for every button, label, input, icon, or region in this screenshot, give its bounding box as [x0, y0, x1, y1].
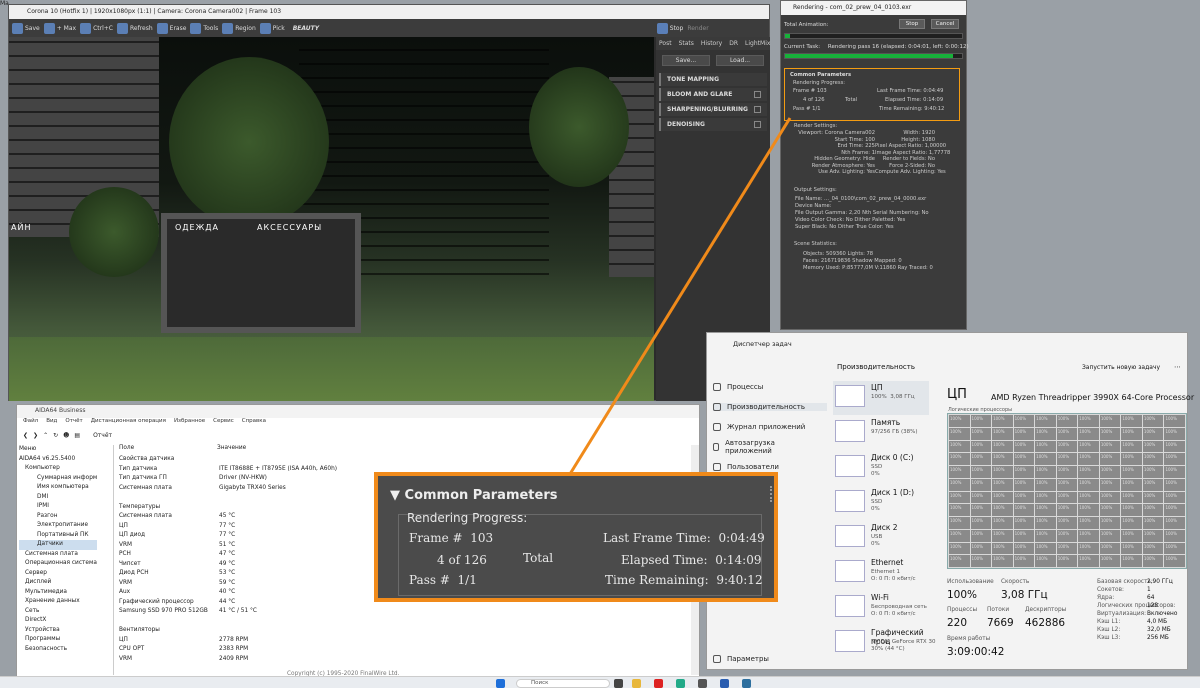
zoom-frame-of: 4 of 126	[437, 553, 487, 567]
zoom-title: ▼ Common Parameters	[390, 488, 558, 503]
app-icon[interactable]	[698, 679, 707, 688]
zoom-progress-box: Rendering Progress: Frame # 103 4 of 126…	[398, 511, 765, 596]
zoom-callout: ▼ Common Parameters Rendering Progress: …	[374, 472, 778, 602]
aida-icon[interactable]	[720, 679, 729, 688]
zoom-pass: Pass # 1/1	[409, 573, 477, 587]
zoom-frame: Frame # 103	[409, 531, 494, 545]
zoom-remaining: Time Remaining: 9:40:12	[605, 573, 763, 587]
taskbar: Поиск	[0, 676, 1200, 688]
zoom-progress-label: Rendering Progress:	[407, 511, 528, 525]
app-icon[interactable]	[742, 679, 751, 688]
start-icon[interactable]	[496, 679, 505, 688]
taskview-icon[interactable]	[614, 679, 623, 688]
drag-handle	[770, 486, 774, 502]
zoom-last-frame: Last Frame Time: 0:04:49	[603, 531, 765, 545]
app-icon[interactable]	[676, 679, 685, 688]
taskbar-search[interactable]: Поиск	[516, 679, 610, 688]
zoom-elapsed: Elapsed Time: 0:14:09	[621, 553, 762, 567]
zoom-total: Total	[523, 551, 554, 565]
yandex-icon[interactable]	[654, 679, 663, 688]
callout-line	[568, 117, 792, 475]
explorer-icon[interactable]	[632, 679, 641, 688]
